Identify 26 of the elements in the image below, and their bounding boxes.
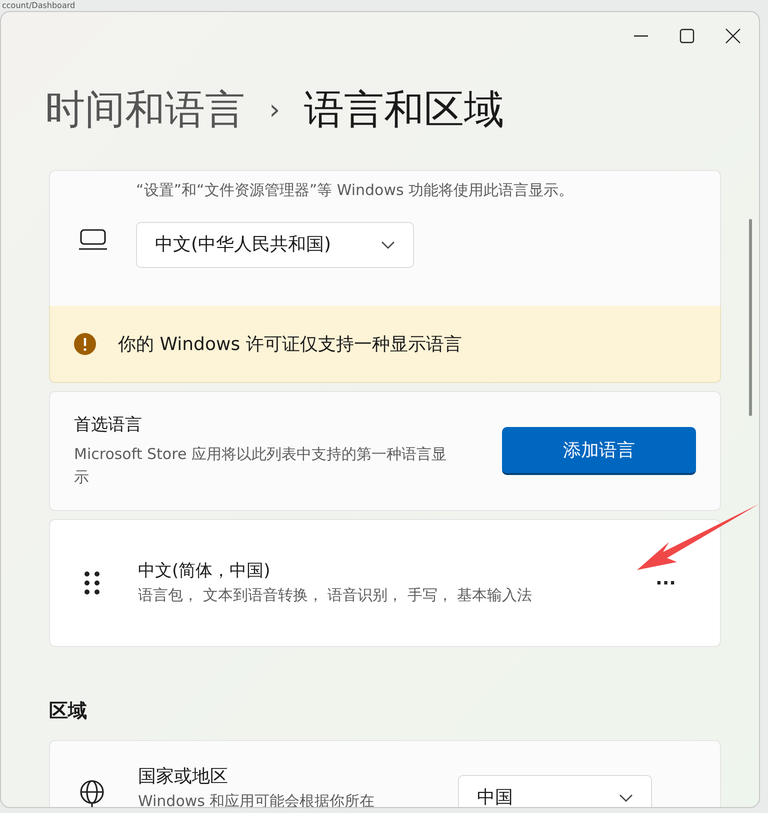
more-options-button[interactable]: ··· xyxy=(651,570,680,596)
page-title: 语言和区域 xyxy=(304,86,504,135)
laptop-icon xyxy=(78,226,108,250)
breadcrumb-separator: › xyxy=(269,92,280,128)
chevron-down-icon xyxy=(381,240,395,248)
globe-icon xyxy=(78,778,106,807)
display-language-description: “设置”和“文件资源管理器”等 Windows 功能将使用此语言显示。 xyxy=(136,180,574,201)
breadcrumb-parent[interactable]: 时间和语言 xyxy=(45,80,245,140)
drag-handle-icon[interactable] xyxy=(82,570,102,596)
language-name: 中文(简体，中国) xyxy=(138,560,272,583)
add-language-button[interactable]: 添加语言 xyxy=(502,427,696,475)
maximize-icon[interactable] xyxy=(679,28,695,44)
region-heading: 区域 xyxy=(49,699,88,724)
country-dropdown[interactable]: 中国 xyxy=(458,774,652,807)
warning-text: 你的 Windows 许可证仅支持一种显示语言 xyxy=(118,332,462,356)
chevron-down-icon xyxy=(619,794,633,802)
language-features: 语言包， 文本到语音转换， 语音识别， 手写， 基本输入法 xyxy=(138,585,534,606)
warning-icon xyxy=(74,333,96,355)
country-title: 国家或地区 xyxy=(138,764,229,788)
scrollbar-thumb[interactable] xyxy=(749,219,752,416)
close-icon[interactable] xyxy=(725,28,741,44)
preferred-languages-description: Microsoft Store 应用将以此列表中支持的第一种语言显示 xyxy=(74,444,448,488)
preferred-languages-title: 首选语言 xyxy=(74,414,143,438)
language-item[interactable]: 中文(简体，中国) 语言包， 文本到语音转换， 语音识别， 手写， 基本输入法 ··· xyxy=(49,519,721,647)
background-text: ccount/Dashboard xyxy=(2,0,76,11)
display-language-dropdown[interactable]: 中文(中华人民共和国) xyxy=(136,222,414,268)
